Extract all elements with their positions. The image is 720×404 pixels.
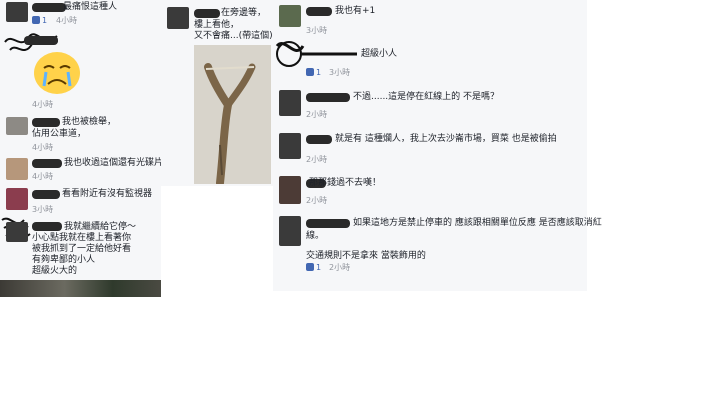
- commenter-name-redacted: [194, 9, 220, 18]
- avatar[interactable]: [6, 117, 28, 135]
- avatar[interactable]: [6, 2, 28, 22]
- comment-text: 最痛恨這種人: [63, 2, 118, 12]
- avatar[interactable]: [279, 133, 301, 159]
- comment-text-line2: 小心點我就在樓上看著你: [32, 233, 132, 243]
- commenter-name-redacted: [306, 7, 332, 16]
- avatar[interactable]: [279, 216, 301, 246]
- timestamp[interactable]: 4小時: [32, 172, 53, 182]
- commenter-name-redacted: [306, 135, 332, 144]
- timestamp[interactable]: 4小時: [56, 16, 77, 26]
- avatar[interactable]: [6, 188, 28, 210]
- comment-text-line4: 有夠卑鄙的小人: [32, 255, 96, 265]
- comment-text-line2: 樓上看他，: [194, 20, 240, 30]
- commenter-name-redacted: [32, 159, 62, 168]
- comment-text: 不過......這是停在紅線上的 不是嗎？: [353, 92, 500, 102]
- photo-strip: [0, 280, 161, 297]
- comment-text: 那那錢過不去嘆！: [309, 178, 382, 188]
- comment-text: 看看附近有沒有監視器: [62, 189, 153, 199]
- comment-text: 我也收過這個還有光碟片: [64, 158, 164, 168]
- avatar[interactable]: [167, 7, 189, 29]
- comment-text: 我也有+1: [335, 6, 376, 16]
- right-comment-panel: 我也有+1 3小時 超級小人 1 3小時 不過......這是停在紅線上的 不是…: [273, 0, 602, 291]
- timestamp[interactable]: 2小時: [306, 155, 327, 165]
- comment-text-line1: 我就繼續給它停～: [64, 222, 137, 232]
- comment-text: 就是有 這種爛人，我上次去沙崙市場，買菜 也是被偷拍: [335, 134, 557, 144]
- timestamp[interactable]: 4小時: [32, 143, 53, 153]
- middle-comment-panel: 在旁邊等， 樓上看他， 又不會痛...(帶這個): [161, 0, 273, 186]
- timestamp[interactable]: 2小時: [306, 110, 327, 120]
- avatar[interactable]: [279, 5, 301, 27]
- crying-emoji-sticker: [34, 52, 80, 94]
- timestamp[interactable]: 3小時: [32, 205, 53, 215]
- timestamp[interactable]: 2小時: [329, 263, 350, 273]
- comment-text-line2: 佔用公車道，: [32, 129, 87, 139]
- timestamp[interactable]: 2小時: [306, 196, 327, 206]
- timestamp[interactable]: 4小時: [32, 100, 53, 110]
- commenter-name-redacted: [32, 118, 60, 127]
- commenter-name-redacted: [24, 36, 58, 45]
- comment-text-line2: 線。: [306, 231, 325, 241]
- slingshot-photo[interactable]: [194, 45, 271, 184]
- avatar[interactable]: [279, 90, 301, 116]
- comment-text-line5: 超級火大的: [32, 266, 78, 276]
- commenter-name-redacted: [32, 190, 60, 199]
- comment-text-line1: 在旁邊等，: [221, 8, 267, 18]
- like-count[interactable]: 1: [306, 68, 321, 78]
- thumbs-up-icon: [306, 68, 314, 76]
- timestamp[interactable]: 3小時: [306, 26, 327, 36]
- comment-text-line3: 被我抓到了一定給他好看: [32, 244, 132, 254]
- comment-text: 超級小人: [361, 49, 398, 59]
- left-comment-panel: 最痛恨這種人 1 4小時 4小時 我也被檢舉， 佔用公車道， 4小時 我也收過這…: [0, 0, 164, 297]
- commenter-name-redacted: [306, 219, 350, 228]
- avatar[interactable]: [6, 158, 28, 180]
- like-count[interactable]: 1: [306, 263, 321, 273]
- comment-text: 我也被檢舉，: [62, 117, 117, 127]
- comment-text-line1: 如果這地方是禁止停車的 應該跟相關單位反應 是否應該取消紅: [353, 218, 602, 228]
- comment-text-line3: 又不會痛...(帶這個): [194, 31, 273, 41]
- timestamp[interactable]: 3小時: [329, 68, 350, 78]
- thumbs-up-icon: [306, 263, 314, 271]
- comment-text-line3: 交通規則不是拿來 當裝飾用的: [306, 251, 426, 261]
- like-count[interactable]: 1: [32, 16, 47, 26]
- thumbs-up-icon: [32, 16, 40, 24]
- avatar[interactable]: [6, 222, 28, 242]
- commenter-name-redacted: [32, 222, 62, 231]
- avatar[interactable]: [279, 176, 301, 204]
- commenter-name-redacted: [32, 3, 66, 12]
- commenter-name-redacted: [306, 93, 350, 102]
